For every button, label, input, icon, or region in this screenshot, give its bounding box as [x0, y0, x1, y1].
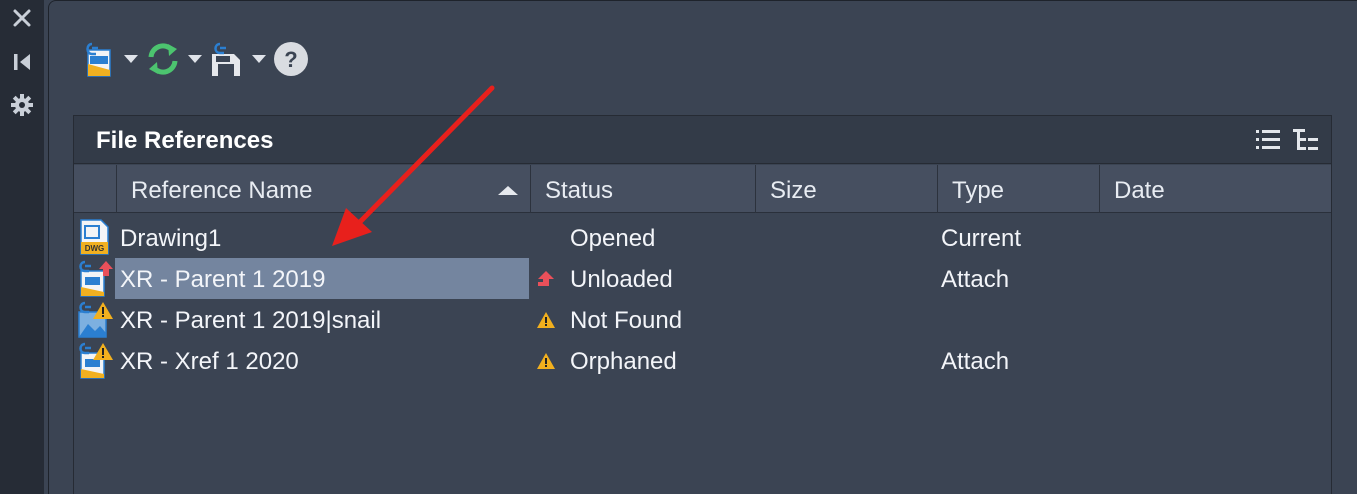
- sort-ascending-icon: [498, 186, 518, 195]
- table-row[interactable]: XR - Xref 1 2020 Orphaned Attach: [74, 340, 1331, 381]
- column-label: Status: [545, 177, 614, 204]
- image-warning-icon: [76, 300, 114, 338]
- column-label: Size: [770, 177, 817, 204]
- column-header-status[interactable]: Status: [530, 165, 755, 213]
- table-row[interactable]: XR - Parent 1 2019 Unloaded Attach: [74, 258, 1331, 299]
- reference-name: XR - Xref 1 2020: [120, 348, 299, 375]
- gear-icon[interactable]: [10, 93, 34, 117]
- close-icon[interactable]: [10, 6, 34, 30]
- tree-view-icon[interactable]: [1292, 127, 1320, 153]
- column-header-reference-name[interactable]: Reference Name: [116, 165, 530, 213]
- column-header-type[interactable]: Type: [937, 165, 1099, 213]
- panel-title: File References: [96, 127, 274, 154]
- reference-status: Orphaned: [570, 348, 677, 375]
- change-path-icon: [207, 39, 247, 79]
- refresh-button[interactable]: [143, 37, 207, 81]
- column-label: Date: [1114, 177, 1165, 204]
- table-row[interactable]: XR - Parent 1 2019|snail Not Found: [74, 299, 1331, 340]
- column-label: Reference Name: [131, 177, 313, 204]
- change-path-button[interactable]: [207, 37, 271, 81]
- palette-body: ? File References Reference Name Status …: [48, 0, 1357, 494]
- reference-status: Unloaded: [570, 266, 673, 293]
- svg-text:DWG: DWG: [85, 244, 105, 253]
- column-label: Type: [952, 177, 1005, 204]
- table-row[interactable]: DWG Drawing1 Opened Current: [74, 217, 1331, 258]
- panel-header: File References: [74, 116, 1331, 164]
- reference-type: Current: [941, 225, 1022, 252]
- xref-unloaded-icon: [76, 259, 114, 297]
- xref-warning-icon: [76, 341, 114, 379]
- reference-name: Drawing1: [120, 225, 222, 252]
- help-button[interactable]: ?: [271, 37, 311, 81]
- attach-reference-icon: [79, 39, 119, 79]
- table-header: Reference Name Status Size Type Date: [74, 165, 1331, 213]
- attach-reference-button[interactable]: [79, 37, 143, 81]
- attach-dropdown-caret[interactable]: [119, 39, 143, 79]
- column-header-size[interactable]: Size: [755, 165, 937, 213]
- change-path-dropdown-caret[interactable]: [247, 39, 271, 79]
- dock-icon[interactable]: [10, 50, 34, 74]
- column-header-date[interactable]: Date: [1099, 165, 1331, 213]
- reference-name: XR - Parent 1 2019|snail: [120, 307, 382, 334]
- reference-status: Not Found: [570, 307, 683, 334]
- unloaded-arrow-icon: [536, 269, 556, 289]
- reference-type: Attach: [941, 348, 1010, 375]
- external-references-palette: ? File References Reference Name Status …: [0, 0, 1357, 494]
- warning-icon: [536, 310, 556, 330]
- dwg-file-icon: DWG: [76, 218, 114, 256]
- refresh-icon: [143, 39, 183, 79]
- references-table: Reference Name Status Size Type Date DWG…: [74, 165, 1331, 494]
- reference-name: XR - Parent 1 2019: [115, 258, 529, 299]
- reference-status: Opened: [570, 225, 656, 252]
- help-icon: ?: [271, 39, 311, 79]
- warning-icon: [536, 351, 556, 371]
- file-references-panel: File References Reference Name Status Si…: [73, 115, 1332, 494]
- toolbar: ?: [79, 37, 311, 81]
- icon-column-header: [74, 165, 116, 213]
- svg-text:?: ?: [284, 47, 297, 72]
- list-view-icon[interactable]: [1254, 127, 1282, 153]
- reference-type: Attach: [941, 266, 1010, 293]
- palette-title-strip: [0, 0, 44, 494]
- refresh-dropdown-caret[interactable]: [183, 39, 207, 79]
